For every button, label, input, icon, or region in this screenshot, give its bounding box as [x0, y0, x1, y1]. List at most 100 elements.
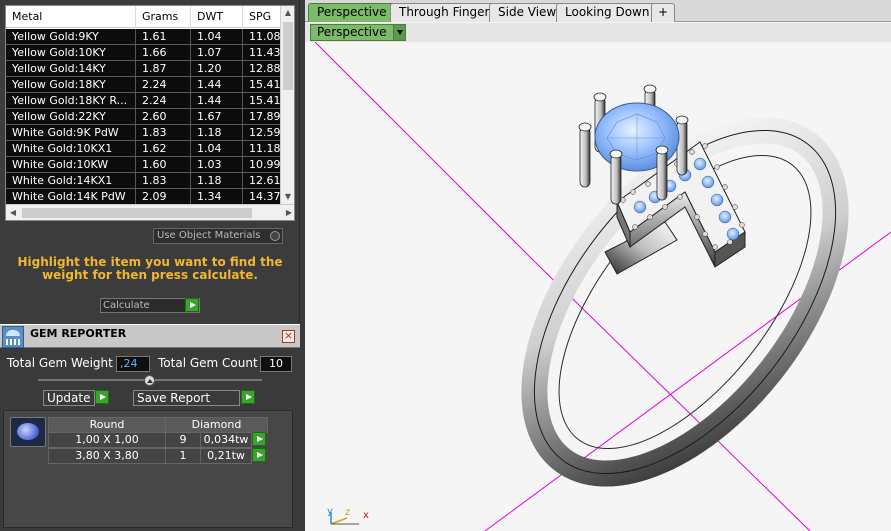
axis-label-x: x — [363, 510, 369, 521]
gem-row-count: 1 — [165, 448, 201, 464]
cell-spg: 11.18 — [249, 142, 281, 155]
cell-metal: White Gold:14K PdW — [6, 189, 136, 204]
scroll-left-arrow-icon[interactable]: ◀ — [6, 205, 20, 220]
view-tab-bar: Perspective Through Finger Side View Loo… — [305, 0, 891, 22]
cell-grams: 2.60 — [136, 109, 191, 124]
column-header-dwt[interactable]: DWT — [191, 6, 243, 28]
cell-dwt: 1.44 — [191, 93, 243, 108]
cell-grams: 2.24 — [136, 77, 191, 92]
tab-through-finger[interactable]: Through Finger — [390, 3, 499, 22]
update-play-icon[interactable] — [95, 390, 109, 404]
cell-dwt: 1.44 — [191, 77, 243, 92]
gem-row-play-icon[interactable] — [252, 432, 266, 446]
close-icon[interactable]: × — [282, 330, 295, 343]
gem-row-play-icon[interactable] — [252, 448, 266, 462]
cell-dwt: 1.18 — [191, 173, 243, 188]
cell-spg: 12.61 — [249, 174, 281, 187]
axis-gizmo: y z x — [327, 506, 369, 525]
metal-table-vertical-scrollbar[interactable]: ▲ ▼ — [280, 6, 294, 204]
app-root: Metal Grams DWT SPG Yellow Gold:9KY 1.61 1… — [0, 0, 891, 531]
cell-metal: White Gold:10KX1 — [6, 141, 136, 156]
use-object-materials-toggle[interactable]: Use Object Materials — [153, 228, 283, 244]
save-report-play-icon[interactable] — [241, 390, 255, 404]
gem-list: Round Diamond 1,00 X 1,00 9 0,034tw 3,80… — [3, 410, 293, 528]
gem-row-weight: 0,21tw — [200, 448, 252, 464]
axis-label-z: z — [345, 507, 350, 518]
cell-metal: Yellow Gold:9KY — [6, 29, 136, 44]
metal-table-horizontal-scrollbar[interactable]: ◀ ▶ — [6, 204, 294, 220]
cell-spg: 10.99 — [249, 158, 281, 171]
table-row[interactable]: Yellow Gold:10KY 1.66 1.07 11.43 — [6, 45, 282, 61]
total-gem-weight-value: ,24 — [116, 356, 150, 372]
table-row[interactable]: White Gold:14K PdW 2.09 1.34 14.37 — [6, 189, 282, 205]
tab-side-view[interactable]: Side View — [489, 3, 566, 22]
cell-metal: Yellow Gold:14KY — [6, 61, 136, 76]
gem-reporter-panel: Total Gem Weight ,24 Total Gem Count 10 … — [0, 348, 300, 531]
scroll-right-arrow-icon[interactable]: ▶ — [282, 205, 294, 220]
guide-line — [534, 261, 811, 531]
table-row[interactable]: Yellow Gold:18KY 2.24 1.44 15.41 — [6, 77, 282, 93]
gem-reporter-logo-icon — [2, 326, 24, 348]
table-row[interactable]: White Gold:9K PdW 1.83 1.18 12.59 — [6, 125, 282, 141]
update-label: Update — [47, 391, 91, 405]
cell-grams: 1.83 — [136, 125, 191, 140]
table-row[interactable]: White Gold:14KX1 1.83 1.18 12.61 — [6, 173, 282, 189]
cell-grams: 1.83 — [136, 173, 191, 188]
table-row[interactable]: White Gold:10KW 1.60 1.03 10.99 — [6, 157, 282, 173]
table-row[interactable]: Yellow Gold:9KY 1.61 1.04 11.08 — [6, 29, 282, 45]
cell-dwt: 1.04 — [191, 141, 243, 156]
cell-dwt: 1.18 — [191, 125, 243, 140]
cell-metal: White Gold:14KX1 — [6, 173, 136, 188]
cell-dwt: 1.07 — [191, 45, 243, 60]
table-row[interactable]: Yellow Gold:22KY 2.60 1.67 17.89 — [6, 109, 282, 125]
column-header-metal[interactable]: Metal — [6, 6, 136, 28]
tab-looking-down[interactable]: Looking Down — [556, 3, 659, 22]
cell-metal: Yellow Gold:22KY — [6, 109, 136, 124]
vertical-scroll-thumb[interactable] — [283, 22, 293, 90]
cell-dwt: 1.04 — [191, 29, 243, 44]
table-row[interactable]: Yellow Gold:14KY 1.87 1.20 12.88 — [6, 61, 282, 77]
chevron-down-icon[interactable] — [392, 25, 405, 40]
cell-dwt: 1.34 — [191, 189, 243, 204]
cell-metal: White Gold:9K PdW — [6, 125, 136, 140]
radio-indicator-icon[interactable] — [270, 231, 280, 241]
update-button[interactable]: Update — [43, 390, 95, 406]
scroll-up-arrow-icon[interactable]: ▲ — [281, 6, 294, 20]
total-gem-count-value: 10 — [260, 356, 292, 372]
gem-row-size: 3,80 X 3,80 — [48, 448, 166, 464]
save-report-label: Save Report — [137, 391, 211, 405]
cell-grams: 2.09 — [136, 189, 191, 204]
column-header-spg[interactable]: SPG — [243, 6, 282, 28]
add-tab-button[interactable]: + — [651, 3, 676, 22]
cell-grams: 1.87 — [136, 61, 191, 76]
cell-grams: 1.60 — [136, 157, 191, 172]
table-row[interactable]: White Gold:10KX1 1.62 1.04 11.18 — [6, 141, 282, 157]
gem-reporter-header: GEM REPORTER × — [0, 324, 300, 348]
cell-dwt: 1.03 — [191, 157, 243, 172]
column-header-grams[interactable]: Grams — [136, 6, 191, 28]
view-mode-dropdown[interactable]: Perspective — [310, 24, 406, 41]
guide-line — [314, 42, 536, 263]
cell-spg: 12.88 — [249, 62, 281, 75]
tab-perspective[interactable]: Perspective — [308, 3, 396, 22]
cell-grams: 1.61 — [136, 29, 191, 44]
save-report-button[interactable]: Save Report — [133, 390, 240, 406]
cell-metal: Yellow Gold:10KY — [6, 45, 136, 60]
cell-spg: 15.41 — [249, 94, 281, 107]
cell-dwt: 1.20 — [191, 61, 243, 76]
gem-row-weight: 0,034tw — [200, 432, 252, 448]
3d-scene-canvas[interactable] — [305, 42, 891, 531]
scroll-down-arrow-icon[interactable]: ▼ — [281, 190, 294, 204]
cell-spg: 14.37 — [249, 190, 281, 203]
cell-spg: 11.08 — [249, 30, 281, 43]
metal-table-header: Metal Grams DWT SPG — [6, 6, 282, 28]
cell-spg: 15.41 — [249, 78, 281, 91]
use-object-materials-label: Use Object Materials — [157, 230, 261, 241]
calculate-play-icon[interactable] — [185, 298, 199, 312]
cell-metal: Yellow Gold:18KY R... — [6, 93, 136, 108]
metal-table-body: Yellow Gold:9KY 1.61 1.04 11.08 Yellow Gold… — [6, 29, 282, 205]
gem-material-header: Diamond — [165, 417, 268, 433]
slider-handle[interactable] — [144, 375, 155, 386]
table-row[interactable]: Yellow Gold:18KY R... 2.24 1.44 15.41 — [6, 93, 282, 109]
horizontal-scroll-thumb[interactable] — [22, 208, 252, 218]
